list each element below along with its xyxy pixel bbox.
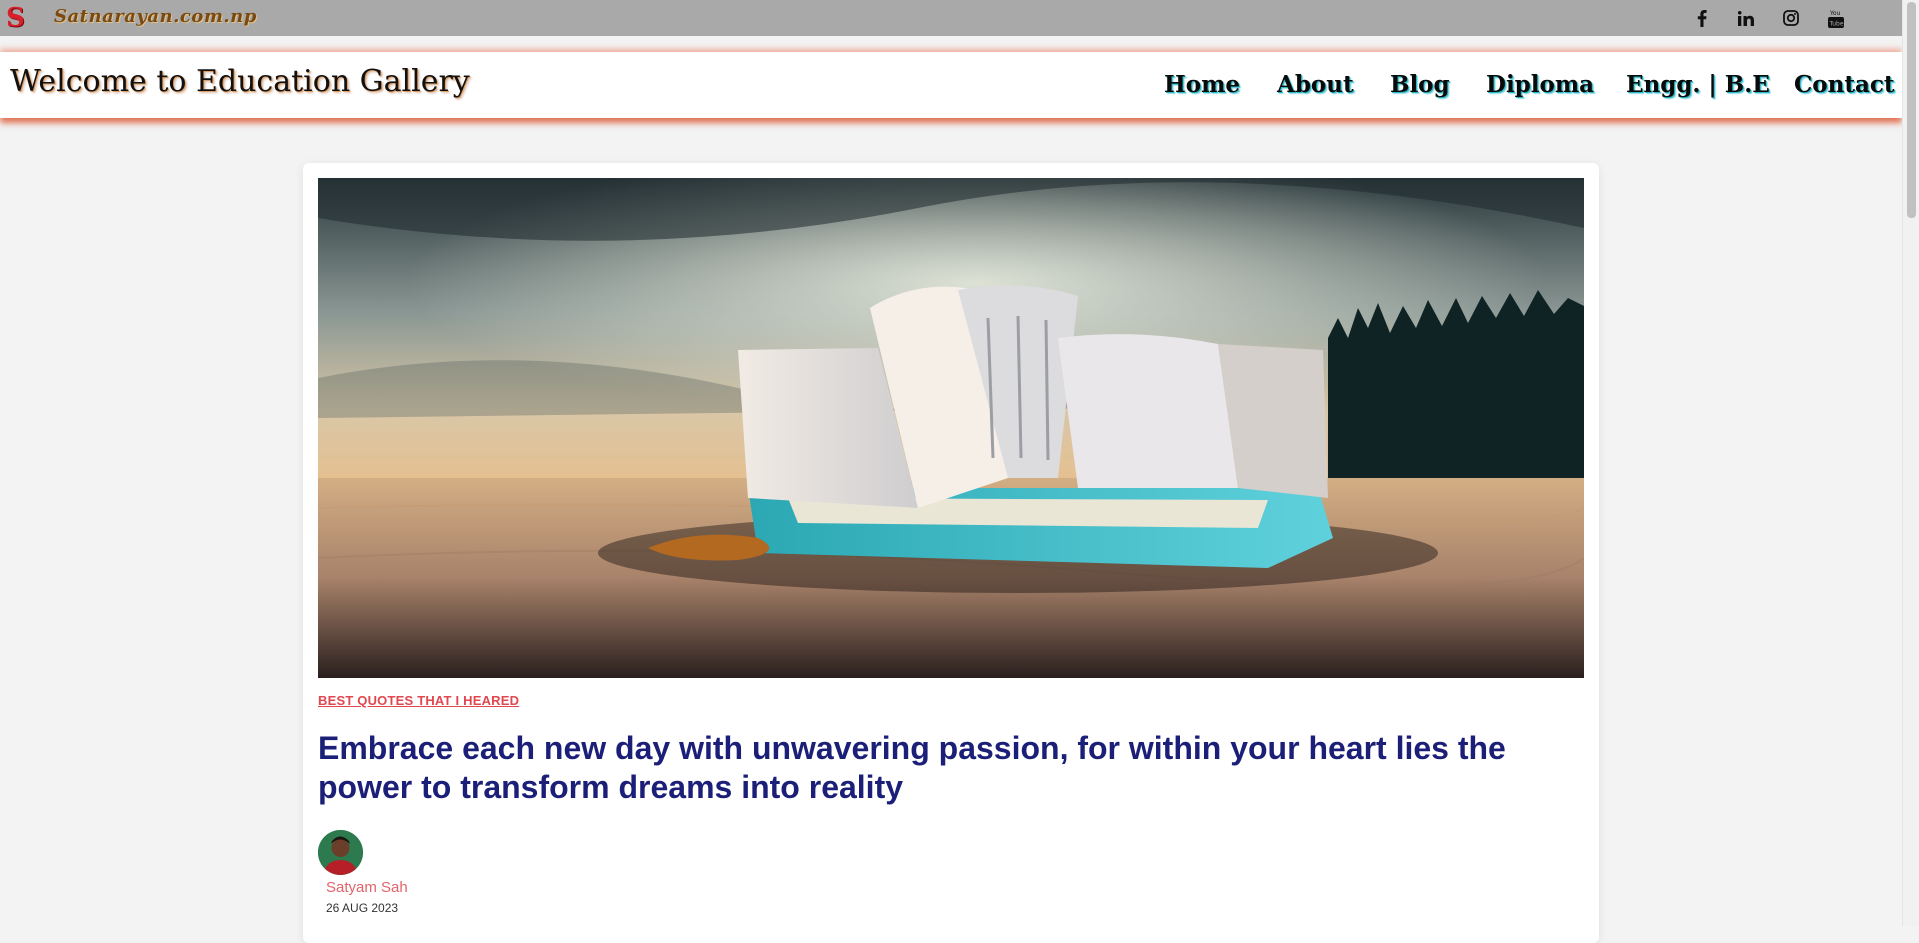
nav-contact[interactable]: Contact xyxy=(1794,71,1895,98)
page-scrollbar[interactable] xyxy=(1902,0,1919,926)
svg-text:You: You xyxy=(1829,10,1841,17)
author-name[interactable]: Satyam Sah xyxy=(326,879,408,896)
post-card: BEST QUOTES THAT I HEARED Embrace each n… xyxy=(303,163,1599,943)
nav-about[interactable]: About xyxy=(1277,71,1354,98)
svg-text:Tube: Tube xyxy=(1829,20,1844,27)
author-avatar[interactable] xyxy=(318,830,363,875)
scrollbar-thumb[interactable] xyxy=(1907,2,1916,218)
youtube-icon[interactable]: You Tube xyxy=(1825,8,1847,28)
post-hero-image[interactable] xyxy=(318,178,1584,678)
linkedin-icon[interactable] xyxy=(1735,8,1757,28)
nav-engg-be[interactable]: Engg. | B.E xyxy=(1626,71,1770,98)
post-title[interactable]: Embrace each new day with unwavering pas… xyxy=(318,729,1584,807)
instagram-icon[interactable] xyxy=(1780,8,1802,28)
nav-home[interactable]: Home xyxy=(1164,71,1240,98)
site-logo-icon[interactable]: S xyxy=(6,4,28,32)
site-name-link[interactable]: Satnarayan.com.np xyxy=(54,6,257,27)
facebook-icon[interactable] xyxy=(1691,8,1713,28)
post-date: 26 AUG 2023 xyxy=(326,901,399,915)
post-category-link[interactable]: BEST QUOTES THAT I HEARED xyxy=(318,693,519,708)
book-illustration xyxy=(318,178,1584,678)
main-header: Welcome to Education Gallery Home About … xyxy=(0,52,1902,118)
nav-diploma[interactable]: Diploma xyxy=(1486,71,1594,98)
top-bar: S Satnarayan.com.np You Tube xyxy=(0,0,1902,36)
nav-blog[interactable]: Blog xyxy=(1390,71,1450,98)
brand-title[interactable]: Welcome to Education Gallery xyxy=(10,64,470,99)
